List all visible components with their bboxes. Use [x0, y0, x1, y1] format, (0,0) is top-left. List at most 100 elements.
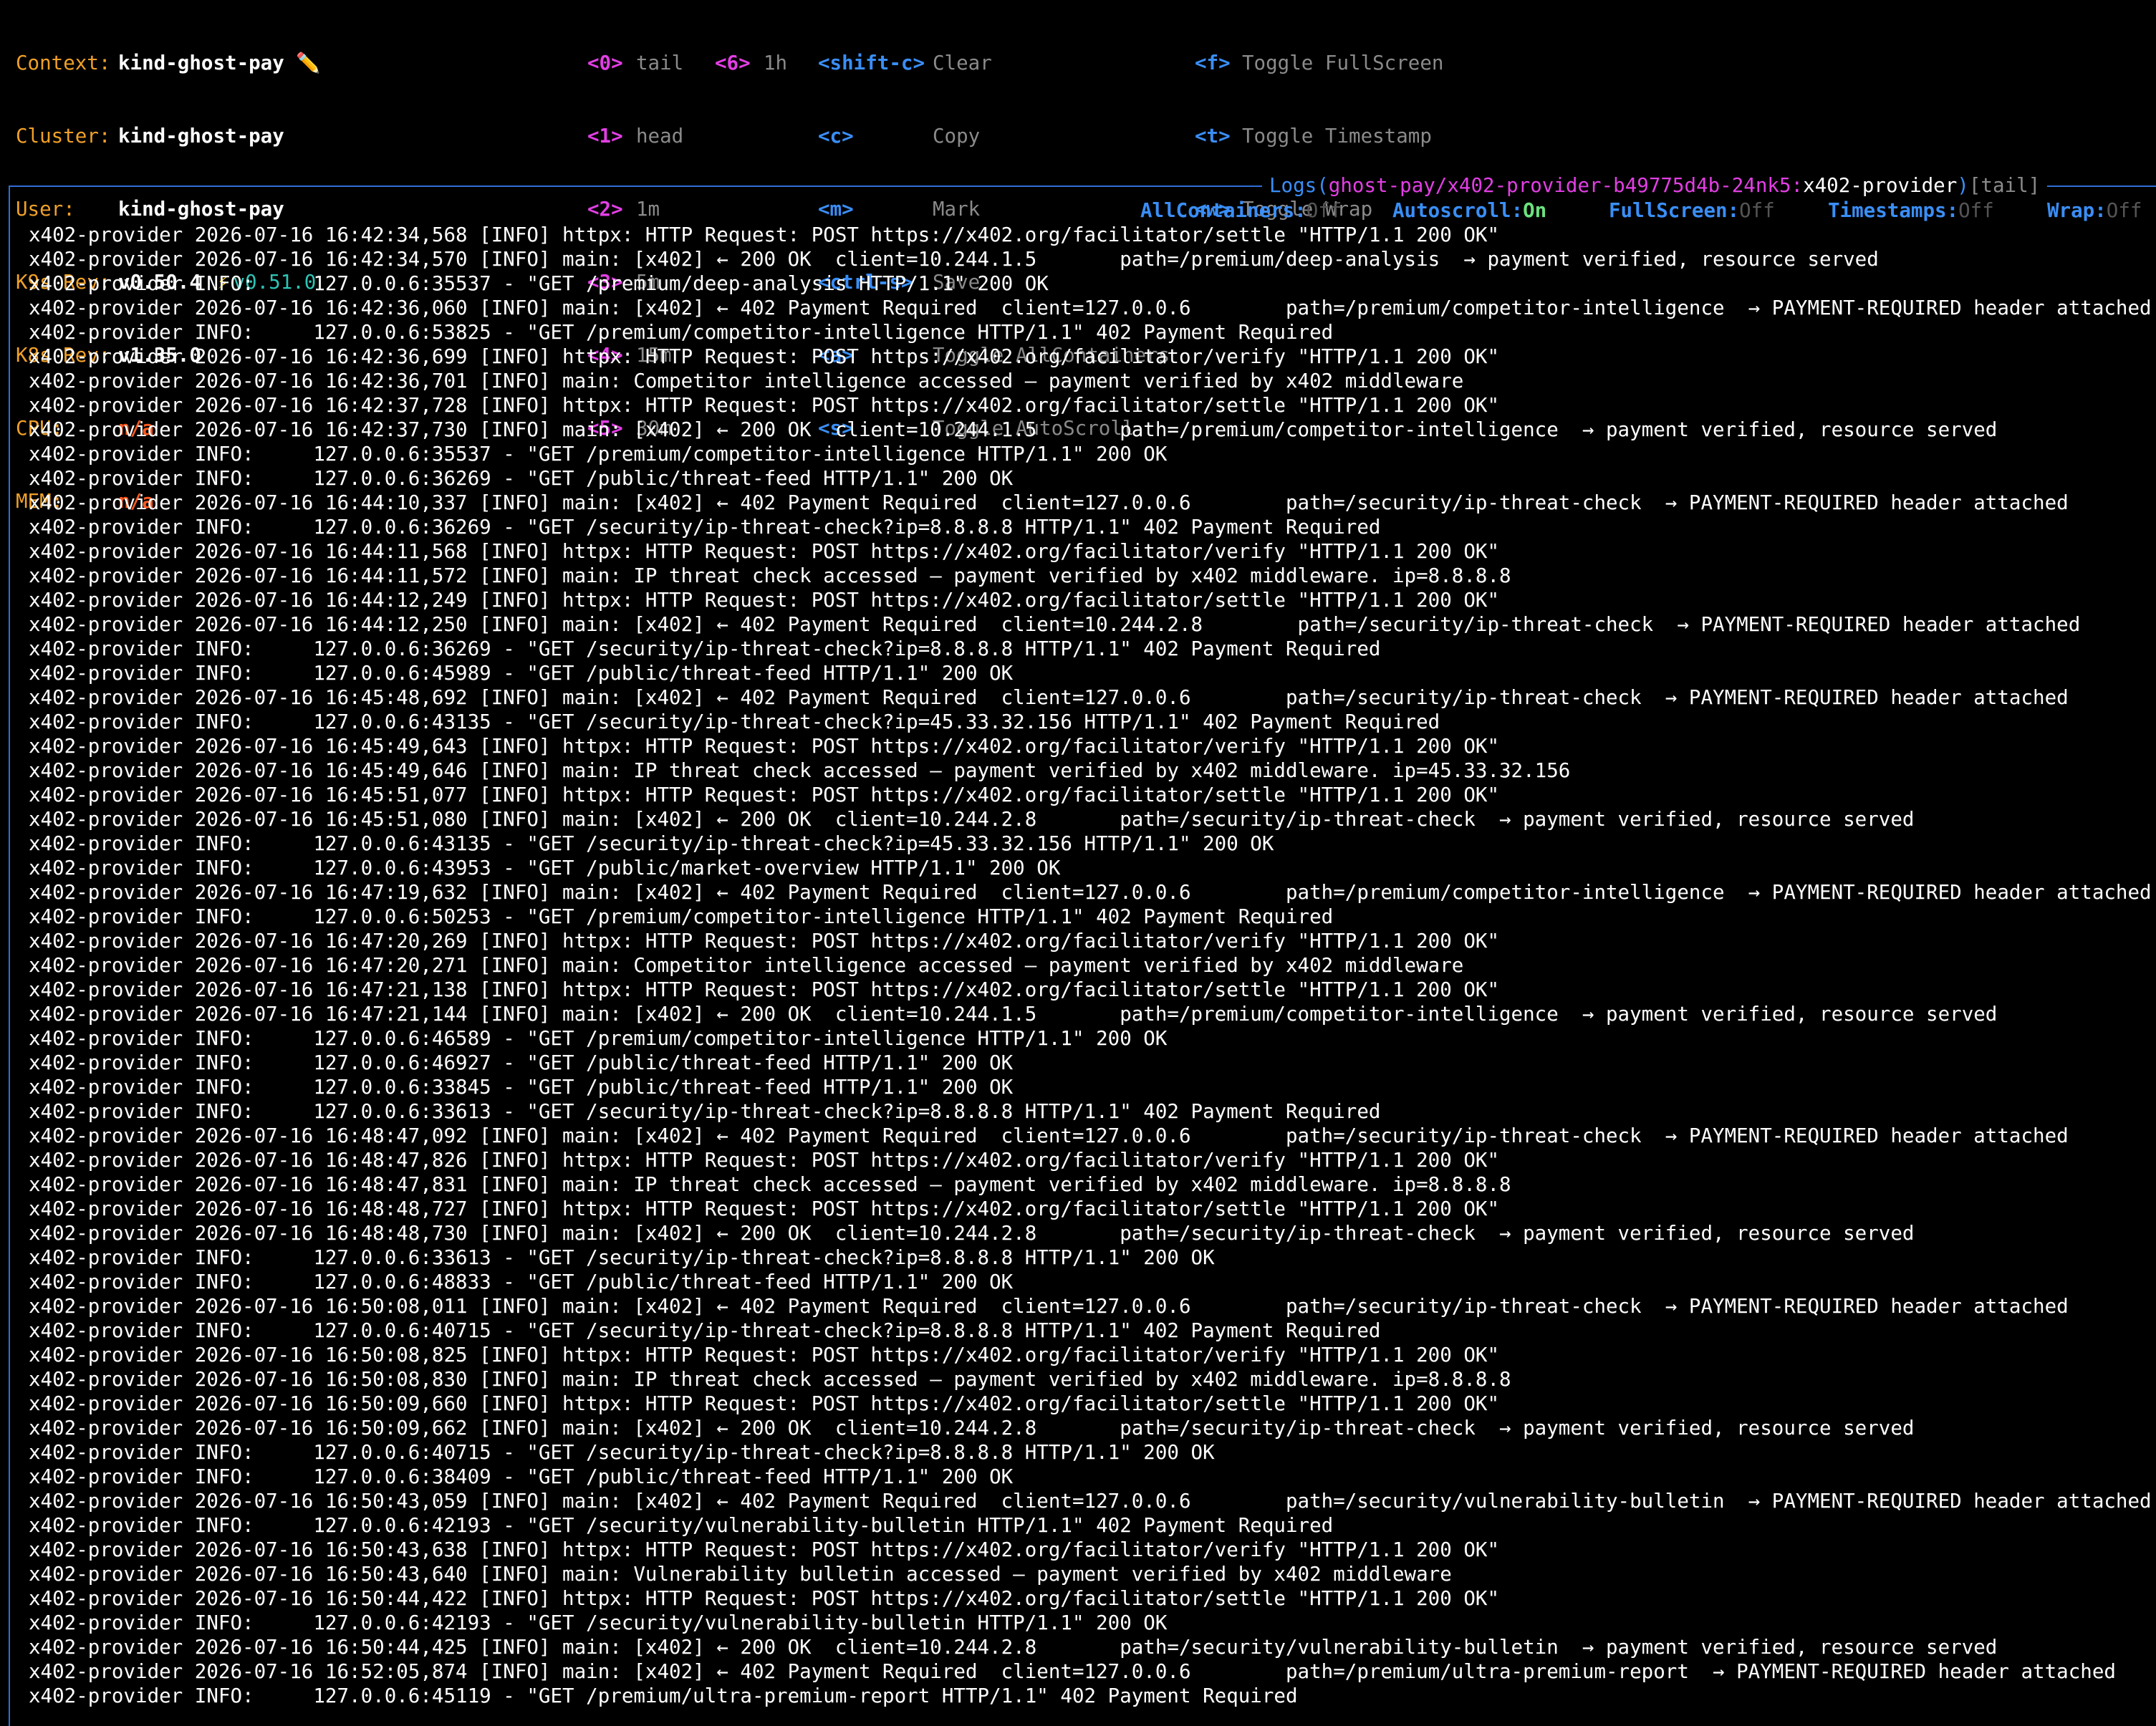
log-message: 2026-07-16 16:45:49,643 [INFO] httpx: HT…: [183, 735, 1499, 758]
log-source: x402-provider: [29, 1538, 183, 1561]
log-line: x402-provider INFO: 127.0.0.6:40715 - "G…: [29, 1318, 2152, 1343]
status-autoscroll[interactable]: Autoscroll:On: [1392, 198, 1546, 223]
log-line: x402-provider 2026-07-16 16:50:43,638 [I…: [29, 1538, 2152, 1562]
hint-toggle-timestamp[interactable]: <t> Toggle Timestamp: [1195, 124, 1443, 148]
log-message: 2026-07-16 16:47:20,271 [INFO] main: Com…: [183, 954, 1464, 977]
log-line: x402-provider INFO: 127.0.0.6:46927 - "G…: [29, 1051, 2152, 1075]
log-lines[interactable]: x402-provider 2026-07-16 16:42:34,568 [I…: [29, 223, 2152, 1708]
log-source: x402-provider: [29, 1222, 183, 1245]
log-message: 2026-07-16 16:50:08,011 [INFO] main: [x4…: [183, 1295, 2069, 1318]
log-source: x402-provider: [29, 540, 183, 563]
log-source: x402-provider: [29, 1271, 183, 1293]
log-source: x402-provider: [29, 1197, 183, 1220]
log-source: x402-provider: [29, 1465, 183, 1488]
log-source: x402-provider: [29, 1076, 183, 1099]
log-source: x402-provider: [29, 1660, 183, 1683]
log-line: x402-provider INFO: 127.0.0.6:42193 - "G…: [29, 1513, 2152, 1538]
log-message: INFO: 127.0.0.6:36269 - "GET /public/thr…: [183, 467, 1014, 490]
log-source: x402-provider: [29, 1490, 183, 1513]
log-message: 2026-07-16 16:47:20,269 [INFO] httpx: HT…: [183, 930, 1499, 953]
log-message: 2026-07-16 16:45:48,692 [INFO] main: [x4…: [183, 686, 2069, 709]
hint-copy[interactable]: <c> Copy: [818, 124, 1170, 148]
status-wrap[interactable]: Wrap:Off: [2047, 198, 2142, 223]
hint-tail[interactable]: <0> tail: [587, 51, 683, 75]
log-message: 2026-07-16 16:42:36,699 [INFO] httpx: HT…: [183, 345, 1499, 368]
log-mode: [tail]: [1968, 174, 2041, 197]
log-source: x402-provider: [29, 248, 183, 271]
log-source: x402-provider: [29, 759, 183, 782]
log-message: INFO: 127.0.0.6:45989 - "GET /public/thr…: [183, 662, 1014, 685]
log-source: x402-provider: [29, 1392, 183, 1415]
log-message: 2026-07-16 16:50:44,422 [INFO] httpx: HT…: [183, 1587, 1499, 1610]
logs-panel[interactable]: Logs(ghost-pay/x402-provider-b49775d4b-2…: [9, 173, 2156, 1726]
log-source: x402-provider: [29, 1027, 183, 1050]
log-message: INFO: 127.0.0.6:40715 - "GET /security/i…: [183, 1319, 1381, 1342]
log-source: x402-provider: [29, 1441, 183, 1464]
log-source: x402-provider: [29, 345, 183, 368]
log-source: x402-provider: [29, 1003, 183, 1026]
log-line: x402-provider 2026-07-16 16:42:37,730 [I…: [29, 418, 2152, 442]
hint-head[interactable]: <1> head: [587, 124, 683, 148]
log-line: x402-provider INFO: 127.0.0.6:45119 - "G…: [29, 1684, 2152, 1708]
log-line: x402-provider 2026-07-16 16:42:34,570 [I…: [29, 247, 2152, 271]
log-line: x402-provider INFO: 127.0.0.6:36269 - "G…: [29, 515, 2152, 539]
log-source: x402-provider: [29, 1246, 183, 1269]
log-line: x402-provider INFO: 127.0.0.6:33845 - "G…: [29, 1075, 2152, 1099]
log-line: x402-provider 2026-07-16 16:50:09,662 [I…: [29, 1416, 2152, 1440]
log-line: x402-provider INFO: 127.0.0.6:48833 - "G…: [29, 1270, 2152, 1294]
log-line: x402-provider INFO: 127.0.0.6:43135 - "G…: [29, 831, 2152, 856]
log-message: 2026-07-16 16:45:51,077 [INFO] httpx: HT…: [183, 784, 1499, 806]
log-line: x402-provider 2026-07-16 16:47:21,138 [I…: [29, 978, 2152, 1002]
hint-toggle-fullscreen[interactable]: <f> Toggle FullScreen: [1195, 51, 1443, 75]
log-line: x402-provider 2026-07-16 16:42:37,728 [I…: [29, 393, 2152, 418]
status-fullscreen[interactable]: FullScreen:Off: [1609, 198, 1775, 223]
log-message: 2026-07-16 16:44:11,572 [INFO] main: IP …: [183, 564, 1511, 587]
log-line: x402-provider 2026-07-16 16:50:43,640 [I…: [29, 1562, 2152, 1586]
log-line: x402-provider 2026-07-16 16:48:48,727 [I…: [29, 1197, 2152, 1221]
status-timestamps[interactable]: Timestamps:Off: [1828, 198, 1994, 223]
log-message: 2026-07-16 16:50:43,640 [INFO] main: Vul…: [183, 1563, 1452, 1586]
log-message: INFO: 127.0.0.6:45119 - "GET /premium/ul…: [183, 1684, 1298, 1707]
log-source: x402-provider: [29, 662, 183, 685]
log-message: INFO: 127.0.0.6:48833 - "GET /public/thr…: [183, 1271, 1014, 1293]
log-source: x402-provider: [29, 637, 183, 660]
log-source: x402-provider: [29, 370, 183, 392]
log-message: INFO: 127.0.0.6:50253 - "GET /premium/co…: [183, 905, 1334, 928]
log-status-bar: AllContainers:Off Autoscroll:On FullScre…: [10, 198, 2148, 223]
log-message: 2026-07-16 16:50:44,425 [INFO] main: [x4…: [183, 1636, 1998, 1659]
time-range-hints-2: <6> 1h: [715, 2, 787, 100]
hint-1h[interactable]: <6> 1h: [715, 51, 787, 75]
log-source: x402-provider: [29, 881, 183, 904]
log-message: 2026-07-16 16:50:43,638 [INFO] httpx: HT…: [183, 1538, 1499, 1561]
hint-clear[interactable]: <shift-c> Clear: [818, 51, 1170, 75]
log-source: x402-provider: [29, 710, 183, 733]
log-source: x402-provider: [29, 1149, 183, 1172]
log-line: x402-provider INFO: 127.0.0.6:36269 - "G…: [29, 466, 2152, 491]
log-message: 2026-07-16 16:47:21,144 [INFO] main: [x4…: [183, 1003, 1998, 1026]
log-message: INFO: 127.0.0.6:33613 - "GET /security/i…: [183, 1100, 1381, 1123]
log-message: 2026-07-16 16:44:11,568 [INFO] httpx: HT…: [183, 540, 1499, 563]
log-line: x402-provider 2026-07-16 16:44:12,249 [I…: [29, 588, 2152, 612]
log-message: INFO: 127.0.0.6:35537 - "GET /premium/co…: [183, 443, 1168, 466]
log-source: x402-provider: [29, 1563, 183, 1586]
log-line: x402-provider 2026-07-16 16:48:47,826 [I…: [29, 1148, 2152, 1172]
log-message: INFO: 127.0.0.6:43135 - "GET /security/i…: [183, 832, 1274, 855]
log-message: 2026-07-16 16:42:36,701 [INFO] main: Com…: [183, 370, 1464, 392]
log-line: x402-provider 2026-07-16 16:47:19,632 [I…: [29, 880, 2152, 905]
log-source: x402-provider: [29, 1514, 183, 1537]
log-message: INFO: 127.0.0.6:46927 - "GET /public/thr…: [183, 1051, 1014, 1074]
log-line: x402-provider 2026-07-16 16:50:08,830 [I…: [29, 1367, 2152, 1392]
status-allcontainers[interactable]: AllContainers:Off: [1140, 198, 1342, 223]
log-line: x402-provider 2026-07-16 16:42:34,568 [I…: [29, 223, 2152, 247]
cluster-label: Cluster:: [16, 125, 111, 148]
log-line: x402-provider INFO: 127.0.0.6:33613 - "G…: [29, 1099, 2152, 1124]
context-value: kind-ghost-pay: [118, 52, 284, 74]
log-source: x402-provider: [29, 930, 183, 953]
log-source: x402-provider: [29, 296, 183, 319]
log-message: 2026-07-16 16:42:34,570 [INFO] main: [x4…: [183, 248, 1879, 271]
log-line: x402-provider 2026-07-16 16:48:48,730 [I…: [29, 1221, 2152, 1245]
log-line: x402-provider 2026-07-16 16:45:48,692 [I…: [29, 685, 2152, 710]
panel-title: Logs(ghost-pay/x402-provider-b49775d4b-2…: [1262, 173, 2048, 198]
log-message: INFO: 127.0.0.6:53825 - "GET /premium/co…: [183, 321, 1334, 344]
log-message: 2026-07-16 16:47:19,632 [INFO] main: [x4…: [183, 881, 2152, 904]
